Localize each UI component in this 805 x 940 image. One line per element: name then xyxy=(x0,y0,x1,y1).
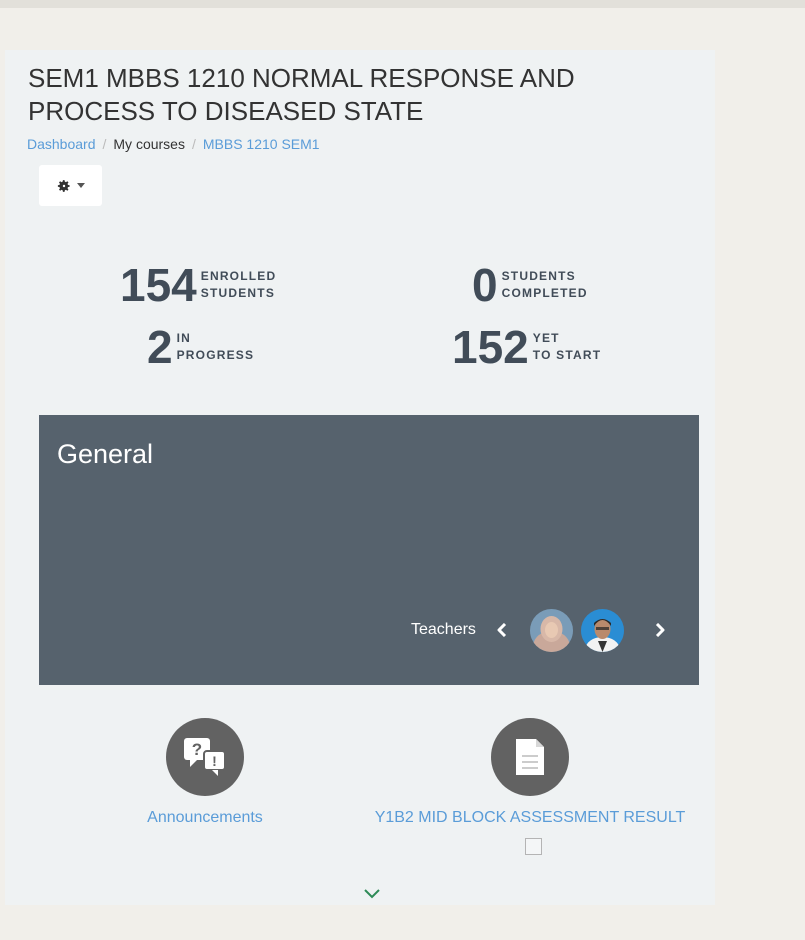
gear-icon xyxy=(57,179,70,192)
stat-enrolled: 154 ENROLLED STUDENTS xyxy=(120,262,276,308)
chevron-down-icon[interactable] xyxy=(363,888,381,900)
caret-down-icon xyxy=(76,183,85,188)
stat-completed-value: 0 xyxy=(472,259,498,311)
breadcrumb-separator: / xyxy=(102,136,107,152)
completion-checkbox[interactable] xyxy=(525,838,542,855)
section-general: General Teachers xyxy=(39,415,699,685)
teacher-avatar[interactable] xyxy=(529,608,573,652)
assessment-result-link[interactable]: Y1B2 MID BLOCK ASSESSMENT RESULT xyxy=(360,809,700,827)
page-title: SEM1 MBBS 1210 NORMAL RESPONSE AND PROCE… xyxy=(28,63,575,126)
breadcrumb-dashboard[interactable]: Dashboard xyxy=(27,136,96,152)
breadcrumb-course[interactable]: MBBS 1210 SEM1 xyxy=(203,136,320,152)
svg-text:!: ! xyxy=(212,753,217,769)
stat-in-progress-value: 2 xyxy=(147,321,173,373)
announcements-link[interactable]: Announcements xyxy=(135,809,275,827)
breadcrumb: Dashboard / My courses / MBBS 1210 SEM1 xyxy=(27,136,320,152)
stat-in-progress-label: IN PROGRESS xyxy=(176,331,255,362)
forum-icon[interactable]: ? ! xyxy=(166,718,244,796)
stat-enrolled-label: ENROLLED STUDENTS xyxy=(200,269,277,300)
chevron-right-icon[interactable] xyxy=(650,618,670,642)
teachers-label: Teachers xyxy=(411,621,476,638)
stat-yet-to-start-label: YET TO START xyxy=(532,331,602,362)
stat-in-progress: 2 IN PROGRESS xyxy=(147,324,254,370)
stat-yet-to-start-value: 152 xyxy=(452,321,529,373)
breadcrumb-my-courses[interactable]: My courses xyxy=(113,136,185,152)
stat-enrolled-value: 154 xyxy=(120,259,197,311)
chevron-left-icon[interactable] xyxy=(492,618,512,642)
teachers-carousel: Teachers xyxy=(411,607,670,653)
file-icon[interactable] xyxy=(491,718,569,796)
course-content-card: SEM1 MBBS 1210 NORMAL RESPONSE AND PROCE… xyxy=(5,50,715,905)
stat-yet-to-start: 152 YET TO START xyxy=(452,324,601,370)
stat-completed-label: STUDENTS COMPLETED xyxy=(501,269,588,300)
section-title: General xyxy=(57,439,154,469)
activity-assessment-result: Y1B2 MID BLOCK ASSESSMENT RESULT xyxy=(360,718,700,827)
teacher-avatar[interactable] xyxy=(580,608,624,652)
top-bar xyxy=(0,0,805,8)
breadcrumb-separator: / xyxy=(191,136,196,152)
activity-announcements: ? ! Announcements xyxy=(135,718,275,827)
svg-text:?: ? xyxy=(192,740,202,759)
course-settings-button[interactable] xyxy=(39,165,102,206)
stat-completed: 0 STUDENTS COMPLETED xyxy=(472,262,588,308)
